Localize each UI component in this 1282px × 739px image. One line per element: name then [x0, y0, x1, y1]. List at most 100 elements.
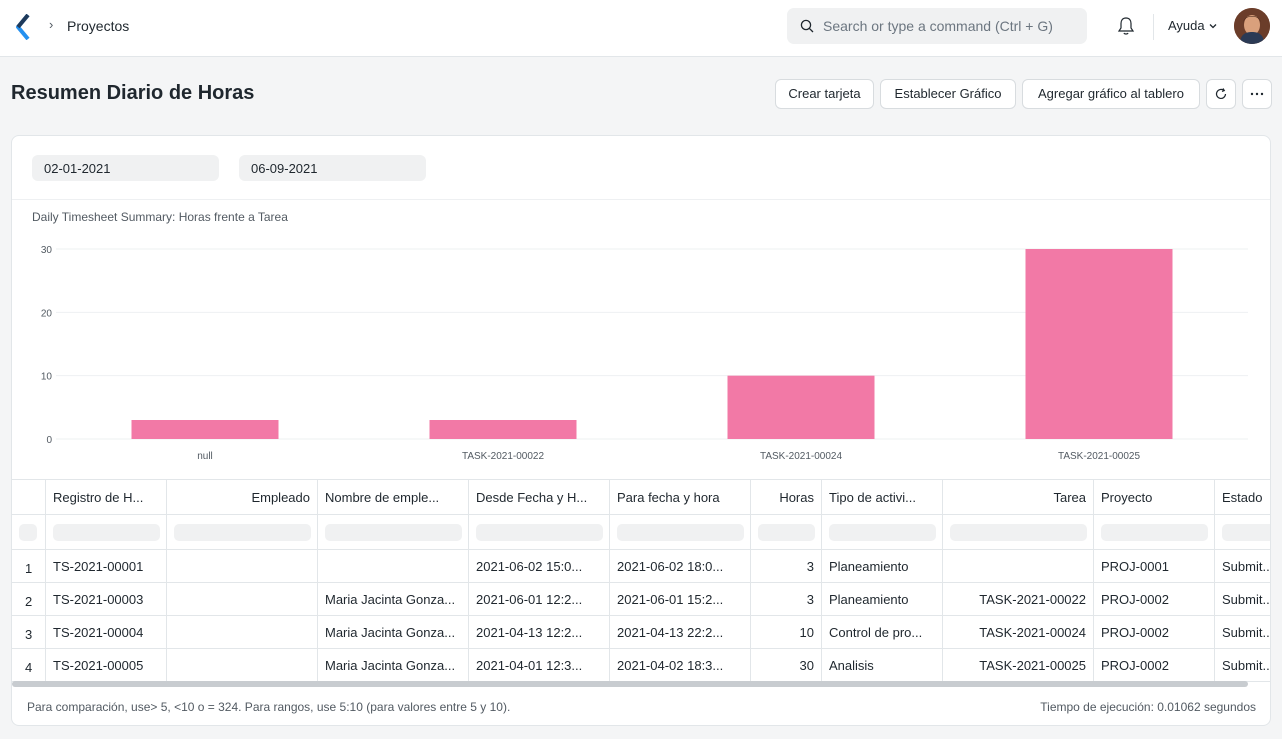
bar[interactable]: [429, 420, 577, 439]
more-options-button[interactable]: [1242, 79, 1272, 109]
column-header[interactable]: Nombre de emple...: [318, 480, 469, 515]
table-cell[interactable]: [167, 550, 318, 583]
table-cell[interactable]: Analisis: [822, 649, 943, 682]
table-cell[interactable]: Planeamiento: [822, 550, 943, 583]
x-tick-label: null: [197, 451, 213, 462]
table-cell[interactable]: Submit...: [1215, 649, 1270, 682]
table-cell[interactable]: 3: [751, 550, 822, 583]
column-header[interactable]: Tipo de activi...: [822, 480, 943, 515]
table-cell[interactable]: PROJ-0001: [1094, 550, 1215, 583]
table-cell[interactable]: TASK-2021-00024: [943, 616, 1094, 649]
create-card-button[interactable]: Crear tarjeta: [775, 79, 874, 109]
table-cell[interactable]: 10: [751, 616, 822, 649]
table-cell[interactable]: Maria Jacinta Gonza...: [318, 616, 469, 649]
user-avatar[interactable]: [1234, 8, 1270, 44]
add-chart-to-dashboard-button[interactable]: Agregar gráfico al tablero: [1022, 79, 1200, 109]
column-header[interactable]: Para fecha y hora: [610, 480, 751, 515]
card-divider: [12, 199, 1270, 200]
table-cell[interactable]: TS-2021-00004: [46, 616, 167, 649]
table-cell[interactable]: [318, 550, 469, 583]
y-tick-label: 0: [46, 435, 52, 446]
search-icon: [800, 19, 814, 33]
column-filter-input[interactable]: [950, 524, 1087, 541]
table-cell[interactable]: TS-2021-00005: [46, 649, 167, 682]
row-number: 4: [12, 649, 46, 682]
refresh-button[interactable]: [1206, 79, 1236, 109]
column-header[interactable]: Desde Fecha y H...: [469, 480, 610, 515]
table-cell[interactable]: 2021-04-02 18:3...: [610, 649, 751, 682]
table-cell[interactable]: [167, 649, 318, 682]
table-cell[interactable]: 2021-04-13 12:2...: [469, 616, 610, 649]
page-title: Resumen Diario de Horas: [11, 82, 255, 104]
table-cell[interactable]: PROJ-0002: [1094, 616, 1215, 649]
table-cell[interactable]: Submit...: [1215, 550, 1270, 583]
column-filter-input[interactable]: [174, 524, 311, 541]
refresh-icon: [1215, 88, 1227, 100]
column-filter-input[interactable]: [829, 524, 936, 541]
x-tick-label: TASK-2021-00022: [462, 451, 545, 462]
set-chart-button[interactable]: Establecer Gráfico: [880, 79, 1016, 109]
column-filter-input[interactable]: [758, 524, 815, 541]
table-cell[interactable]: [167, 616, 318, 649]
table-cell[interactable]: Control de pro...: [822, 616, 943, 649]
help-menu[interactable]: Ayuda: [1168, 18, 1205, 33]
table-cell[interactable]: 2021-04-13 22:2...: [610, 616, 751, 649]
table-cell[interactable]: Submit...: [1215, 616, 1270, 649]
app-logo-icon[interactable]: [14, 14, 34, 40]
column-filter-input[interactable]: [476, 524, 603, 541]
column-header[interactable]: Horas: [751, 480, 822, 515]
search-bar[interactable]: Search or type a command (Ctrl + G): [787, 8, 1087, 44]
report-card: Daily Timesheet Summary: Horas frente a …: [11, 135, 1271, 726]
bar[interactable]: [727, 375, 875, 439]
column-filter-input[interactable]: [53, 524, 160, 541]
table-cell[interactable]: 3: [751, 583, 822, 616]
report-table: Registro de H... Empleado Nombre de emple.…: [12, 479, 1270, 689]
from-date-filter[interactable]: [32, 155, 219, 181]
column-filter-input[interactable]: [325, 524, 462, 541]
bar[interactable]: [131, 420, 279, 439]
column-header[interactable]: Estado: [1215, 480, 1270, 515]
table-cell[interactable]: PROJ-0002: [1094, 649, 1215, 682]
execution-time: Tiempo de ejecución: 0.01062 segundos: [1040, 700, 1256, 714]
table-cell[interactable]: [167, 583, 318, 616]
table-cell[interactable]: 2021-06-02 15:0...: [469, 550, 610, 583]
table-cell[interactable]: TS-2021-00003: [46, 583, 167, 616]
column-filter-input[interactable]: [1222, 524, 1270, 541]
to-date-filter[interactable]: [239, 155, 426, 181]
column-header[interactable]: Empleado: [167, 480, 318, 515]
table-cell[interactable]: Submit...: [1215, 583, 1270, 616]
breadcrumb-separator-icon: ›: [49, 17, 54, 32]
more-dots-icon: [1250, 92, 1264, 96]
table-cell[interactable]: 2021-04-01 12:3...: [469, 649, 610, 682]
row-number-header: [12, 480, 46, 515]
table-cell[interactable]: [943, 550, 1094, 583]
table-cell[interactable]: 2021-06-01 15:2...: [610, 583, 751, 616]
column-filter-input[interactable]: [1101, 524, 1208, 541]
column-header[interactable]: Proyecto: [1094, 480, 1215, 515]
x-tick-label: TASK-2021-00024: [760, 451, 843, 462]
table-cell[interactable]: 2021-06-02 18:0...: [610, 550, 751, 583]
table-cell[interactable]: 30: [751, 649, 822, 682]
column-header[interactable]: Registro de H...: [46, 480, 167, 515]
bar[interactable]: [1025, 249, 1173, 439]
notification-bell-icon[interactable]: [1117, 16, 1135, 36]
row-number: 3: [12, 616, 46, 649]
horizontal-scrollbar[interactable]: [12, 681, 1248, 687]
filter-hint: Para comparación, use> 5, <10 o = 324. P…: [27, 700, 511, 714]
bar-chart: 0 10 20 30 null TASK-2021-00022 TASK-2021-0002…: [41, 245, 1248, 462]
chevron-down-icon[interactable]: [1208, 21, 1218, 31]
table-cell[interactable]: PROJ-0002: [1094, 583, 1215, 616]
table-cell[interactable]: 2021-06-01 12:2...: [469, 583, 610, 616]
table-cell[interactable]: TASK-2021-00025: [943, 649, 1094, 682]
table-cell[interactable]: TASK-2021-00022: [943, 583, 1094, 616]
column-filter-input[interactable]: [617, 524, 744, 541]
table-cell[interactable]: Planeamiento: [822, 583, 943, 616]
table-cell[interactable]: Maria Jacinta Gonza...: [318, 649, 469, 682]
table-cell[interactable]: Maria Jacinta Gonza...: [318, 583, 469, 616]
navbar-divider: [1153, 14, 1154, 40]
y-tick-label: 20: [41, 308, 53, 319]
breadcrumb-proyectos[interactable]: Proyectos: [67, 18, 129, 34]
column-header[interactable]: Tarea: [943, 480, 1094, 515]
column-filter-input[interactable]: [19, 524, 37, 541]
table-cell[interactable]: TS-2021-00001: [46, 550, 167, 583]
